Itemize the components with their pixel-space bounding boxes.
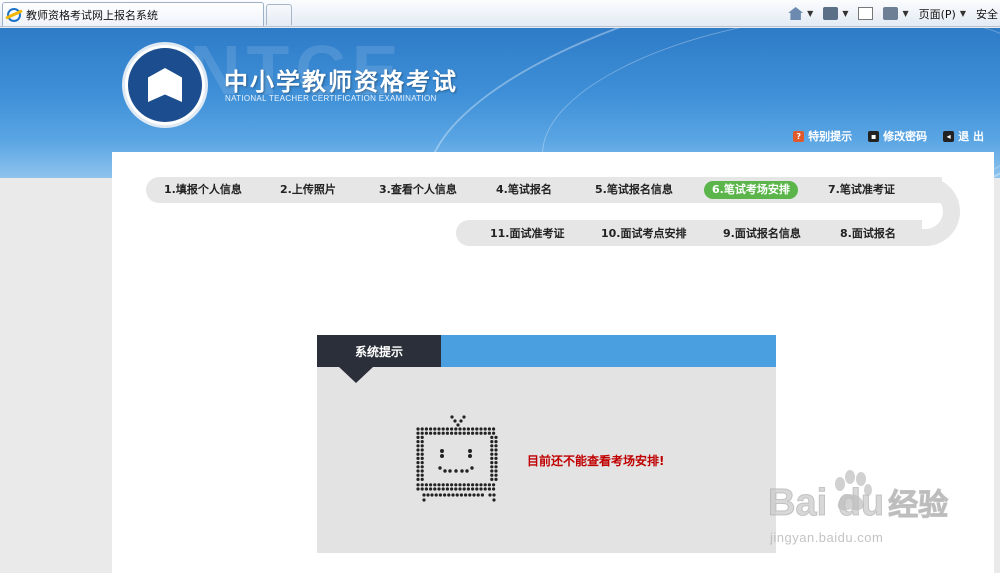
browser-tools: ▼ ▼ ▼ 页面(P) ▼ 安全 — [778, 0, 1000, 27]
mail-icon — [858, 7, 874, 20]
home-icon — [788, 7, 804, 20]
ie-icon — [7, 7, 21, 22]
step-fill-personal-info[interactable]: 1.填报个人信息 — [164, 181, 242, 199]
special-tips-link[interactable]: ? 特别提示 — [793, 128, 852, 144]
system-notice-box: 系统提示 目前还不能查看考场安排! — [317, 335, 776, 553]
logout-label: 退 出 — [958, 130, 984, 143]
browser-toolbar: 教师资格考试网上报名系统 ▼ ▼ ▼ 页面(P) ▼ 安全 — [0, 0, 1000, 27]
header-links: ? 特别提示 ▪ 修改密码 ◂ 退 出 — [777, 128, 984, 144]
book-icon — [148, 68, 182, 102]
change-password-link[interactable]: ▪ 修改密码 — [868, 128, 927, 144]
step-interview-registration[interactable]: 8.面试报名 — [840, 225, 896, 243]
change-password-label: 修改密码 — [883, 130, 928, 143]
logout-link[interactable]: ◂ 退 出 — [943, 128, 984, 144]
print-button[interactable]: ▼ — [883, 7, 909, 20]
tv-icon — [416, 415, 498, 502]
baidu-watermark-url: jingyan.baidu.com — [770, 530, 884, 545]
mail-button[interactable] — [858, 7, 874, 20]
safety-menu[interactable]: 安全 — [976, 6, 998, 22]
browser-tab-title: 教师资格考试网上报名系统 — [26, 8, 158, 22]
step-written-exam-arrangement[interactable]: 6.笔试考场安排 — [704, 181, 798, 199]
chevron-down-icon: ▼ — [959, 9, 966, 18]
feeds-button[interactable]: ▼ — [823, 7, 848, 20]
step-written-admission-ticket[interactable]: 7.笔试准考证 — [828, 181, 895, 199]
chevron-down-icon[interactable]: ▼ — [807, 9, 813, 18]
step-written-registration[interactable]: 4.笔试报名 — [496, 181, 552, 199]
safety-menu-label: 安全 — [976, 7, 998, 21]
printer-icon — [883, 7, 899, 20]
page-menu[interactable]: 页面(P) ▼ — [919, 6, 966, 22]
notice-message: 目前还不能查看考场安排! — [527, 454, 665, 468]
step-upload-photo[interactable]: 2.上传照片 — [280, 181, 336, 199]
home-button[interactable]: ▼ — [788, 7, 813, 20]
site-logo — [122, 42, 208, 128]
rss-icon — [823, 7, 839, 20]
help-icon: ? — [793, 130, 805, 142]
site-title: 中小学教师资格考试 — [224, 67, 458, 96]
baidu-watermark: Bai du 经验 jingyan.baidu.com — [767, 468, 1000, 558]
lock-icon: ▪ — [868, 130, 880, 142]
chevron-down-icon[interactable]: ▼ — [902, 9, 908, 18]
step-view-personal-info[interactable]: 3.查看个人信息 — [379, 181, 457, 199]
baidu-brand-cn: 经验 — [888, 489, 949, 523]
logo-ring — [128, 48, 202, 122]
special-tips-label: 特别提示 — [808, 130, 853, 143]
baidu-paw-icon — [835, 470, 872, 511]
exit-icon: ◂ — [943, 130, 955, 142]
notice-title: 系统提示 — [317, 335, 441, 367]
step-interview-registration-info[interactable]: 9.面试报名信息 — [723, 225, 801, 243]
site-subtitle: NATIONAL TEACHER CERTIFICATION EXAMINATI… — [225, 94, 437, 103]
new-tab-button[interactable] — [266, 4, 292, 25]
step-written-registration-info[interactable]: 5.笔试报名信息 — [595, 181, 673, 199]
notice-pointer — [339, 367, 373, 383]
browser-tab[interactable]: 教师资格考试网上报名系统 — [2, 2, 264, 26]
page-menu-label: 页面(P) — [918, 7, 956, 21]
chevron-down-icon[interactable]: ▼ — [842, 9, 848, 18]
step-interview-admission-ticket[interactable]: 11.面试准考证 — [490, 225, 565, 243]
step-interview-site-arrangement[interactable]: 10.面试考点安排 — [601, 225, 687, 243]
